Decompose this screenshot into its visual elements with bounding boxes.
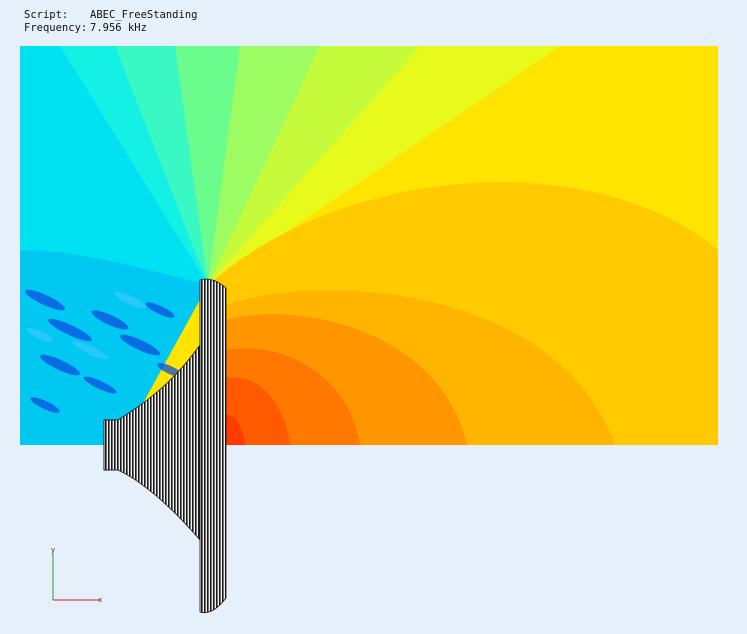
horn-throat[interactable] bbox=[103, 419, 119, 471]
pressure-field bbox=[20, 46, 718, 445]
y-axis-label: y bbox=[51, 546, 55, 554]
field-viewport[interactable]: y x bbox=[0, 0, 747, 634]
x-axis-label: x bbox=[98, 596, 102, 604]
axis-triad: y x bbox=[51, 546, 102, 604]
horn-baffle[interactable] bbox=[199, 278, 227, 614]
